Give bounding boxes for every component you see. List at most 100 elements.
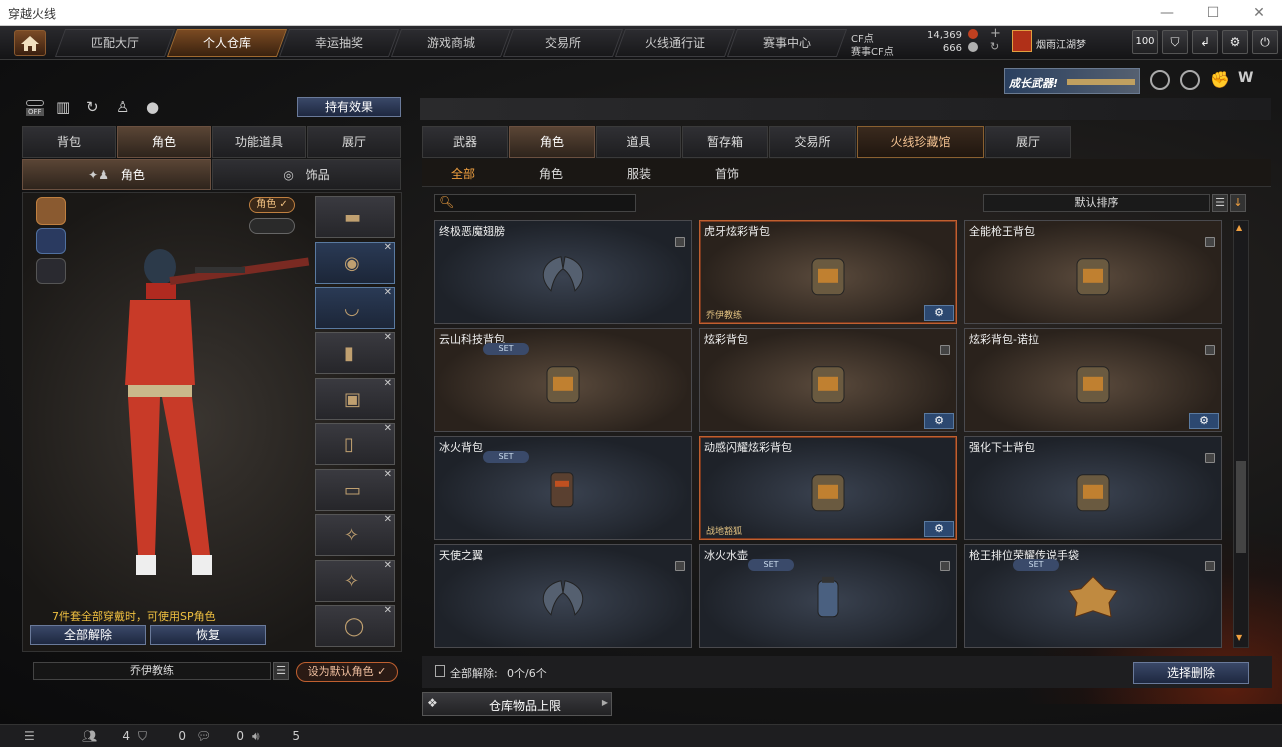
subtab-accessory[interactable]: ◎ 饰品 (212, 159, 401, 190)
right-tab-1[interactable]: 角色 (509, 126, 595, 158)
effects-button[interactable]: 持有效果 (297, 97, 401, 117)
remove-item-icon[interactable]: ✕ (384, 560, 392, 571)
nav-tab-6[interactable]: 赛事中心 (726, 29, 848, 57)
nav-tab-3[interactable]: 游戏商城 (390, 29, 512, 57)
equip-slot[interactable]: ✧ ✕ (315, 514, 395, 556)
grenade-icon[interactable]: ● (146, 98, 159, 116)
item-card[interactable]: 炫彩背包-诺拉 ⚙ (964, 328, 1222, 432)
growth-weapon-banner[interactable]: 成长武器! (1004, 68, 1140, 94)
nav-tab-2[interactable]: 幸运抽奖 (278, 29, 400, 57)
wings-mode-icon[interactable] (36, 258, 66, 284)
volume-icon[interactable]: 🔊︎ (252, 729, 260, 744)
left-tab-3[interactable]: 展厅 (307, 126, 401, 158)
equip-slot[interactable]: ▭ ✕ (315, 469, 395, 511)
nav-tab-5[interactable]: 火线通行证 (614, 29, 736, 57)
right-tab-6[interactable]: 展厅 (985, 126, 1071, 158)
w-logo-icon[interactable]: W (1238, 70, 1260, 90)
level-badge[interactable]: 100 (1132, 30, 1158, 54)
select-delete-button[interactable]: 选择删除 (1133, 662, 1249, 684)
friends-icon[interactable]: 👥︎ (82, 729, 97, 743)
rotate-icon[interactable]: ↻ (86, 98, 99, 116)
item-card[interactable]: 全能枪王背包 (964, 220, 1222, 324)
search-input[interactable]: 🔍︎ (434, 194, 636, 212)
mask-mode-icon[interactable] (36, 228, 66, 254)
sort-dropdown[interactable]: 默认排序 (983, 194, 1210, 212)
power-button[interactable]: ⏻ (1252, 30, 1278, 54)
item-card[interactable]: 冰火水壶 SET (699, 544, 957, 648)
restore-button[interactable]: 恢复 (150, 625, 266, 645)
item-scrollbar[interactable]: ▲ ▼ (1233, 220, 1249, 648)
role-badge[interactable]: 角色 ✓ (249, 197, 295, 213)
right-tab-3[interactable]: 暂存箱 (682, 126, 768, 158)
item-card[interactable]: 终极恶魔翅膀 (434, 220, 692, 324)
remove-item-icon[interactable]: ✕ (384, 287, 392, 298)
character-name-field[interactable]: 乔伊教练 (33, 662, 271, 680)
refresh-icon[interactable]: ↻ (990, 40, 999, 53)
home-button[interactable] (14, 30, 46, 56)
remove-item-icon[interactable]: ✕ (384, 514, 392, 525)
storage-limit-button[interactable]: ❖ 仓库物品上限 ▶ (422, 692, 612, 716)
equip-slot[interactable]: ◉ ✕ (315, 242, 395, 284)
filter-tab-1[interactable]: 角色 (539, 165, 563, 185)
item-card[interactable]: 虎牙炫彩背包 ⚙ 乔伊教练 (699, 220, 957, 324)
left-tab-0[interactable]: 背包 (22, 126, 116, 158)
item-card[interactable]: 动感闪耀炫彩背包 ⚙ 战地豁狐 (699, 436, 957, 540)
right-tab-2[interactable]: 道具 (596, 126, 681, 158)
equip-slot[interactable]: ◯ ✕ (315, 605, 395, 647)
remove-item-icon[interactable]: ✕ (384, 423, 392, 434)
subtab-role[interactable]: ✦♟ 角色 (22, 159, 211, 190)
shield-status-icon[interactable]: ⛉ (138, 729, 147, 744)
equip-slot[interactable]: ▬ (315, 196, 395, 238)
set-default-role-button[interactable]: 设为默认角色 ✓ (296, 662, 398, 682)
scroll-thumb[interactable] (1236, 461, 1246, 553)
remove-item-icon[interactable]: ✕ (384, 378, 392, 389)
item-card[interactable]: 云山科技背包 SET (434, 328, 692, 432)
scroll-down-icon[interactable]: ▼ (1236, 633, 1242, 642)
maximize-button[interactable]: ☐ (1190, 0, 1236, 26)
badge-v-icon[interactable] (1150, 70, 1170, 90)
menu-list-icon[interactable]: ☰ (24, 729, 35, 743)
nav-tab-1[interactable]: 个人仓库 (166, 29, 288, 57)
filter-tab-3[interactable]: 首饰 (715, 165, 739, 185)
equip-slot[interactable]: ✧ ✕ (315, 560, 395, 602)
filter-tab-0[interactable]: 全部 (451, 165, 475, 185)
remove-item-icon[interactable]: ✕ (384, 605, 392, 616)
add-icon[interactable]: + (990, 26, 1001, 41)
pose-icon[interactable]: ♙ (116, 98, 129, 116)
chat-icon[interactable]: 💬︎ (196, 729, 211, 743)
equip-slot[interactable]: ▣ ✕ (315, 378, 395, 420)
sort-direction-icon[interactable]: ↓ (1230, 194, 1246, 212)
item-card[interactable]: 冰火背包 SET (434, 436, 692, 540)
wings-badge[interactable] (249, 218, 295, 234)
right-tab-5[interactable]: 火线珍藏馆 (857, 126, 984, 158)
item-card[interactable]: 枪王排位荣耀传说手袋 SET (964, 544, 1222, 648)
list-menu-icon[interactable]: ☰ (273, 662, 289, 680)
user-name[interactable]: 烟雨江湖梦 (1036, 36, 1086, 51)
right-tab-4[interactable]: 交易所 (769, 126, 856, 158)
item-settings-button[interactable]: ⚙ (924, 413, 954, 429)
settings-button[interactable]: ⚙ (1222, 30, 1248, 54)
scroll-up-icon[interactable]: ▲ (1236, 223, 1242, 232)
unequip-all-button[interactable]: 全部解除 (30, 625, 146, 645)
equip-slot[interactable]: ▮ ✕ (315, 332, 395, 374)
remove-item-icon[interactable]: ✕ (384, 242, 392, 253)
ranking-icon[interactable]: ▥ (56, 98, 70, 116)
equip-slot[interactable]: ◡ ✕ (315, 287, 395, 329)
item-settings-button[interactable]: ⚙ (1189, 413, 1219, 429)
left-tab-2[interactable]: 功能道具 (212, 126, 306, 158)
right-tab-0[interactable]: 武器 (422, 126, 508, 158)
shield-settings-button[interactable]: ⛉ (1162, 30, 1188, 54)
equip-slot[interactable]: ▯ ✕ (315, 423, 395, 465)
remove-item-icon[interactable]: ✕ (384, 332, 392, 343)
minimize-button[interactable]: — (1144, 0, 1190, 26)
globe-icon[interactable] (1180, 70, 1200, 90)
item-card[interactable]: 天使之翼 (434, 544, 692, 648)
item-card[interactable]: 炫彩背包 ⚙ (699, 328, 957, 432)
fist-icon[interactable]: ✊ (1210, 70, 1230, 90)
toggle-switch[interactable]: OFF (26, 98, 46, 118)
nav-tab-4[interactable]: 交易所 (502, 29, 624, 57)
item-card[interactable]: 强化下士背包 (964, 436, 1222, 540)
remove-item-icon[interactable]: ✕ (384, 469, 392, 480)
return-button[interactable]: ↲ (1192, 30, 1218, 54)
filter-tab-2[interactable]: 服装 (627, 165, 651, 185)
